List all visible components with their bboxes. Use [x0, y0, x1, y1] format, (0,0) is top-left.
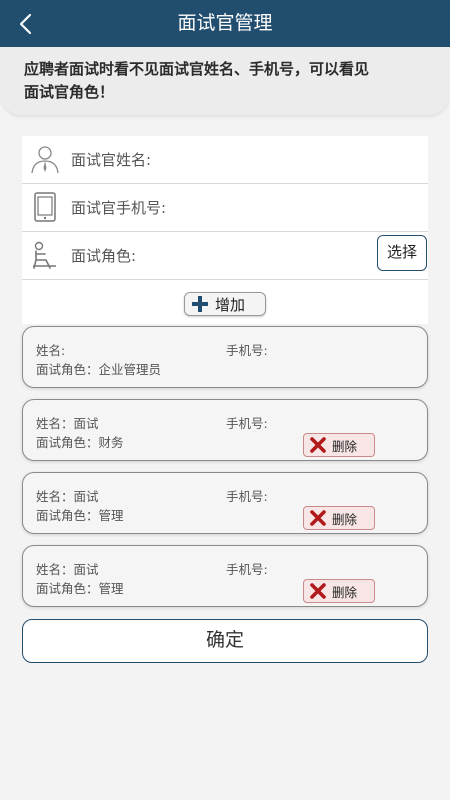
interviewer-card: 姓名: 手机号: 面试角色：企业管理员 [22, 326, 428, 388]
interviewer-phone: 手机号: [226, 489, 268, 504]
delete-button[interactable]: 删除 [303, 506, 375, 530]
role-field: 面试角色: 选择 [22, 232, 428, 280]
interviewer-card: 姓名：面试 手机号: 面试角色：管理 删除 [22, 472, 428, 534]
interviewer-name: 姓名：面试 [36, 562, 99, 577]
notice-text-line1: 应聘者面试时看不见面试官姓名、手机号，可以看见 [24, 60, 370, 78]
seated-person-icon [29, 239, 61, 271]
notice-banner: 应聘者面试时看不见面试官姓名、手机号，可以看见 面试官角色！ [0, 47, 450, 115]
interviewer-role: 面试角色：管理 [36, 508, 124, 523]
plus-icon [185, 293, 215, 315]
interviewer-phone: 手机号: [226, 416, 268, 431]
phone-field-label: 面试官手机号: [71, 199, 167, 217]
confirm-button[interactable]: 确定 [22, 619, 428, 663]
tablet-icon [29, 191, 61, 223]
add-button-label: 增加 [215, 295, 246, 314]
interviewer-role: 面试角色：企业管理员 [36, 362, 162, 377]
delete-button-label: 删除 [332, 511, 358, 527]
select-role-button[interactable]: 选择 [377, 235, 427, 271]
phone-field[interactable]: 面试官手机号: [22, 184, 428, 232]
page-title: 面试官管理 [177, 12, 273, 34]
top-bar: 面试官管理 [0, 0, 450, 47]
notice-text-line2: 面试官角色！ [24, 83, 115, 101]
name-field[interactable]: 面试官姓名: [22, 136, 428, 184]
close-icon [304, 507, 332, 529]
interviewer-name: 姓名：面试 [36, 489, 99, 504]
interviewer-name: 姓名: [36, 343, 66, 358]
add-strip: 增加 [22, 280, 428, 324]
delete-button[interactable]: 删除 [303, 579, 375, 603]
delete-button-label: 删除 [332, 438, 358, 454]
interviewer-role: 面试角色：财务 [36, 435, 124, 450]
delete-button-label: 删除 [332, 584, 358, 600]
close-icon [304, 580, 332, 602]
user-icon [29, 143, 61, 175]
interviewer-role: 面试角色：管理 [36, 581, 124, 596]
interviewer-phone: 手机号: [226, 562, 268, 577]
interviewer-phone: 手机号: [226, 343, 268, 358]
interviewer-form: 面试官姓名: 面试官手机号: 面试角色: 选择 [22, 136, 428, 280]
delete-button[interactable]: 删除 [303, 433, 375, 457]
add-button[interactable]: 增加 [184, 292, 266, 316]
interviewer-card: 姓名：面试 手机号: 面试角色：财务 删除 [22, 399, 428, 461]
name-field-label: 面试官姓名: [71, 151, 152, 169]
interviewer-card: 姓名：面试 手机号: 面试角色：管理 删除 [22, 545, 428, 607]
interviewer-name: 姓名：面试 [36, 416, 99, 431]
role-field-label: 面试角色: [71, 247, 137, 265]
close-icon [304, 434, 332, 456]
